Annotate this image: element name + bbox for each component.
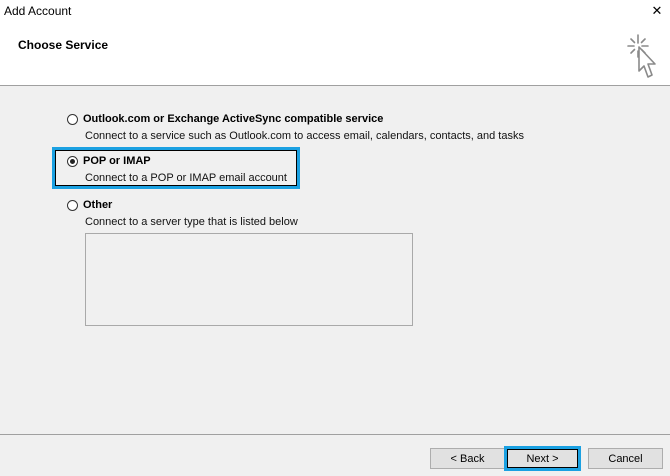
add-account-dialog: Add Account ✕ Choose Service Outlook.com… [0, 0, 670, 476]
option-exchange[interactable]: Outlook.com or Exchange ActiveSync compa… [67, 111, 524, 142]
option-label: POP or IMAP [83, 155, 151, 167]
wizard-cursor-sparkle-icon [627, 34, 656, 78]
page-title: Choose Service [18, 38, 109, 52]
header-band: Choose Service [0, 24, 670, 86]
radio-pop-imap[interactable] [67, 155, 78, 167]
radio-other[interactable] [67, 199, 78, 211]
option-other[interactable]: Other Connect to a server type that is l… [67, 197, 298, 228]
next-button[interactable]: Next > [504, 446, 581, 471]
close-button[interactable]: ✕ [646, 0, 668, 22]
footer-divider [0, 434, 670, 435]
option-label: Outlook.com or Exchange ActiveSync compa… [83, 113, 384, 125]
option-description: Connect to a server type that is listed … [85, 216, 298, 228]
server-type-list[interactable] [85, 233, 413, 326]
close-icon: ✕ [651, 3, 663, 18]
option-pop-imap[interactable]: POP or IMAP Connect to a POP or IMAP ema… [67, 153, 287, 184]
option-label: Other [83, 199, 113, 211]
option-description: Connect to a POP or IMAP email account [85, 172, 287, 184]
radio-exchange[interactable] [67, 113, 78, 125]
next-button-label: Next > [507, 449, 578, 468]
title-bar: Add Account ✕ [0, 0, 670, 24]
service-options: Outlook.com or Exchange ActiveSync compa… [0, 86, 670, 434]
cancel-button[interactable]: Cancel [588, 448, 663, 469]
window-title: Add Account [4, 4, 72, 18]
back-button[interactable]: < Back [430, 448, 505, 469]
option-description: Connect to a service such as Outlook.com… [85, 130, 524, 142]
